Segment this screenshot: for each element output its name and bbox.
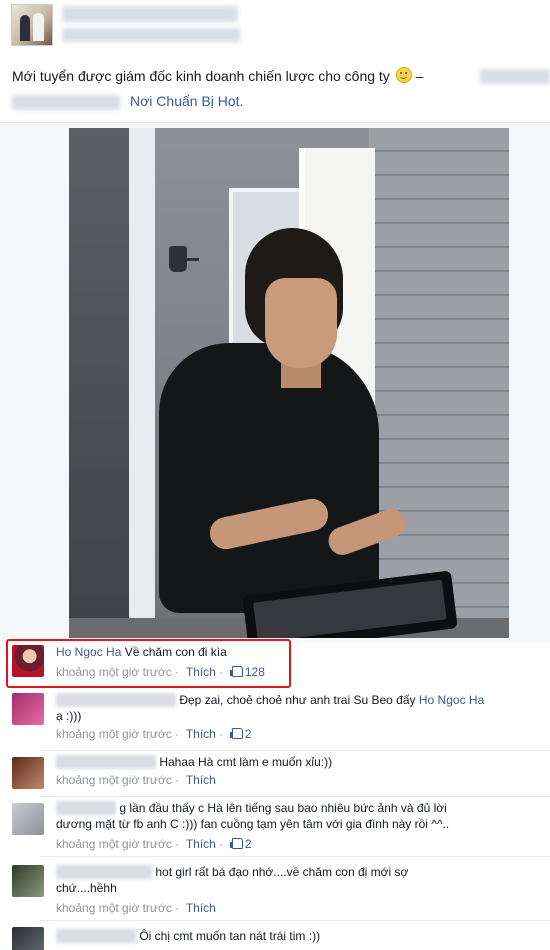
- like-count-value: 2: [244, 837, 252, 851]
- commenter-avatar[interactable]: [12, 693, 44, 725]
- person-face: [265, 278, 337, 368]
- comment-item: Đẹp zai, choẻ choẻ như anh trai Su Beo đ…: [0, 688, 550, 752]
- comment-item: g lần đầu thấy c Hà lên tiếng sau bao nh…: [0, 798, 550, 856]
- photo-siding: [369, 128, 509, 638]
- thumbs-up-icon: [229, 728, 243, 739]
- tagged-user-blurred[interactable]: [480, 69, 550, 84]
- commenter-name-blurred[interactable]: [56, 755, 156, 769]
- author-avatar[interactable]: [11, 4, 53, 46]
- author-name-blurred[interactable]: [62, 6, 238, 22]
- comment-time[interactable]: khoảng một giờ trước: [56, 901, 172, 915]
- post-dash: –: [415, 68, 424, 84]
- comment-time[interactable]: khoảng một giờ trước: [56, 837, 172, 851]
- comment-text: Ôi chị cmt muốn tan nát trái tim :)): [139, 929, 321, 943]
- comment-meta: khoảng một giờ trước · Thích · 2: [56, 727, 252, 741]
- avatar-figure: [33, 13, 44, 41]
- post-text-line: Mới tuyển được giám đốc kinh doanh chiến…: [12, 64, 423, 89]
- commenter-name-blurred[interactable]: [56, 801, 116, 815]
- commenter-name-blurred[interactable]: [56, 865, 152, 879]
- like-count[interactable]: 2: [229, 837, 252, 851]
- comment-text: g lần đầu thấy c Hà lên tiếng sau bao nh…: [119, 801, 447, 815]
- commenter-avatar[interactable]: [12, 803, 44, 835]
- comment-separator: [40, 750, 550, 751]
- comment-item: hot girl rất bá đạo nhớ....về chăm con đ…: [0, 860, 550, 920]
- comment-line: dương mặt từ fb anh C :))) fan cuồng tạm…: [56, 816, 540, 833]
- comment-line: chứ....hềhh: [56, 880, 540, 897]
- comment-time[interactable]: khoảng một giờ trước: [56, 727, 172, 741]
- photo-frame: [0, 122, 550, 643]
- comment-item: Hahaa Hà cmt làm e muốn xỉu:)) khoảng mộ…: [0, 752, 550, 796]
- comment-line: g lần đầu thấy c Hà lên tiếng sau bao nh…: [56, 800, 540, 817]
- like-count-value: 2: [244, 727, 252, 741]
- like-link[interactable]: Thích: [186, 727, 216, 741]
- page-link[interactable]: Nơi Chuẩn Bị Hot.: [130, 89, 243, 114]
- commenter-name-blurred[interactable]: [56, 929, 136, 943]
- like-link[interactable]: Thích: [186, 901, 216, 915]
- comment-separator: [40, 796, 550, 797]
- thumbs-up-icon: [229, 838, 243, 849]
- commenter-avatar[interactable]: [12, 865, 44, 897]
- post-timestamp-blurred: [62, 28, 240, 42]
- tagged-user-blurred[interactable]: [12, 95, 120, 110]
- post-body-text: Mới tuyển được giám đốc kinh doanh chiến…: [12, 68, 390, 84]
- comment-time[interactable]: khoảng một giờ trước: [56, 773, 172, 787]
- comment-text: Hahaa Hà cmt làm e muốn xỉu:)): [159, 755, 333, 769]
- comment-text-second-line: chứ....hềhh: [56, 881, 117, 895]
- post-header: [0, 0, 550, 55]
- like-count[interactable]: 2: [229, 727, 252, 741]
- like-link[interactable]: Thích: [186, 773, 216, 787]
- comment-text-tail: ạ :))): [56, 709, 82, 723]
- comment-line: hot girl rất bá đạo nhớ....về chăm con đ…: [56, 864, 540, 881]
- comment-separator: [40, 920, 550, 921]
- comment-meta: khoảng một giờ trước · Thích · 2: [56, 837, 252, 851]
- comment-line: Ôi chị cmt muốn tan nát trái tim :)): [56, 928, 540, 945]
- comment-line: ạ :))): [56, 708, 540, 725]
- highlight-box: [6, 639, 291, 688]
- comment-separator: [40, 856, 550, 857]
- comment-meta: khoảng một giờ trước · Thích: [56, 901, 216, 915]
- comment-text-second-line: dương mặt từ fb anh C :))) fan cuồng tạm…: [56, 817, 450, 831]
- mention-link[interactable]: Ho Ngoc Ha: [419, 693, 484, 707]
- avatar-figure: [20, 15, 30, 41]
- comment-line: Đẹp zai, choẻ choẻ như anh trai Su Beo đ…: [56, 692, 540, 709]
- comment-text: hot girl rất bá đạo nhớ....về chăm con đ…: [155, 865, 409, 879]
- comment-meta: khoảng một giờ trước · Thích: [56, 773, 216, 787]
- comment-line: Hahaa Hà cmt làm e muốn xỉu:)): [56, 754, 540, 771]
- commenter-name-blurred[interactable]: [56, 693, 176, 707]
- comment-text: Đẹp zai, choẻ choẻ như anh trai Su Beo đ…: [179, 693, 416, 707]
- comment-item: Ôi chị cmt muốn tan nát trái tim :)): [0, 922, 550, 950]
- like-link[interactable]: Thích: [186, 837, 216, 851]
- smile-emoji-icon: [395, 67, 412, 83]
- commenter-avatar[interactable]: [12, 927, 44, 950]
- commenter-avatar[interactable]: [12, 757, 44, 789]
- photo-column: [129, 128, 155, 638]
- person-shirt: [159, 343, 379, 613]
- post-photo[interactable]: [69, 128, 509, 638]
- lamp-arm-shape: [185, 258, 199, 261]
